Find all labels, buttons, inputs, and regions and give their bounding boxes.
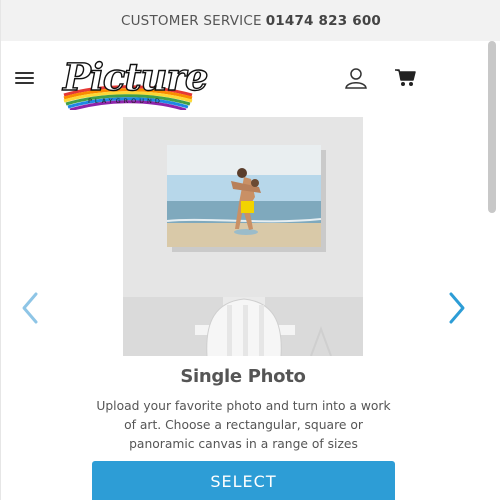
product-description: Upload your favorite photo and turn into… [96,399,391,451]
site-logo[interactable]: Picture PLAYGROUND [58,54,209,110]
chevron-right-icon[interactable] [447,291,467,325]
product-photo [123,117,363,356]
user-icon[interactable] [344,66,368,90]
hamburger-menu-icon[interactable] [15,70,35,86]
shopping-cart-icon[interactable] [394,68,418,88]
logo-tagline: PLAYGROUND [88,97,163,105]
logo-wordmark: Picture [62,54,209,99]
select-button[interactable]: SELECT [92,461,395,500]
customer-service-label: CUSTOMER SERVICE [120,12,262,29]
chevron-left-icon[interactable] [20,291,40,325]
product-title: Single Photo [180,366,306,387]
customer-service-bar: CUSTOMER SERVICE 01474 823 600 [1,0,500,41]
site-header: Picture PLAYGROUND [1,41,500,116]
page: CUSTOMER SERVICE 01474 823 600 Picture P… [0,0,500,500]
scrollbar-thumb[interactable] [488,41,496,213]
page-scrollbar[interactable] [487,41,497,500]
customer-service-phone-link[interactable]: 01474 823 600 [266,13,381,29]
